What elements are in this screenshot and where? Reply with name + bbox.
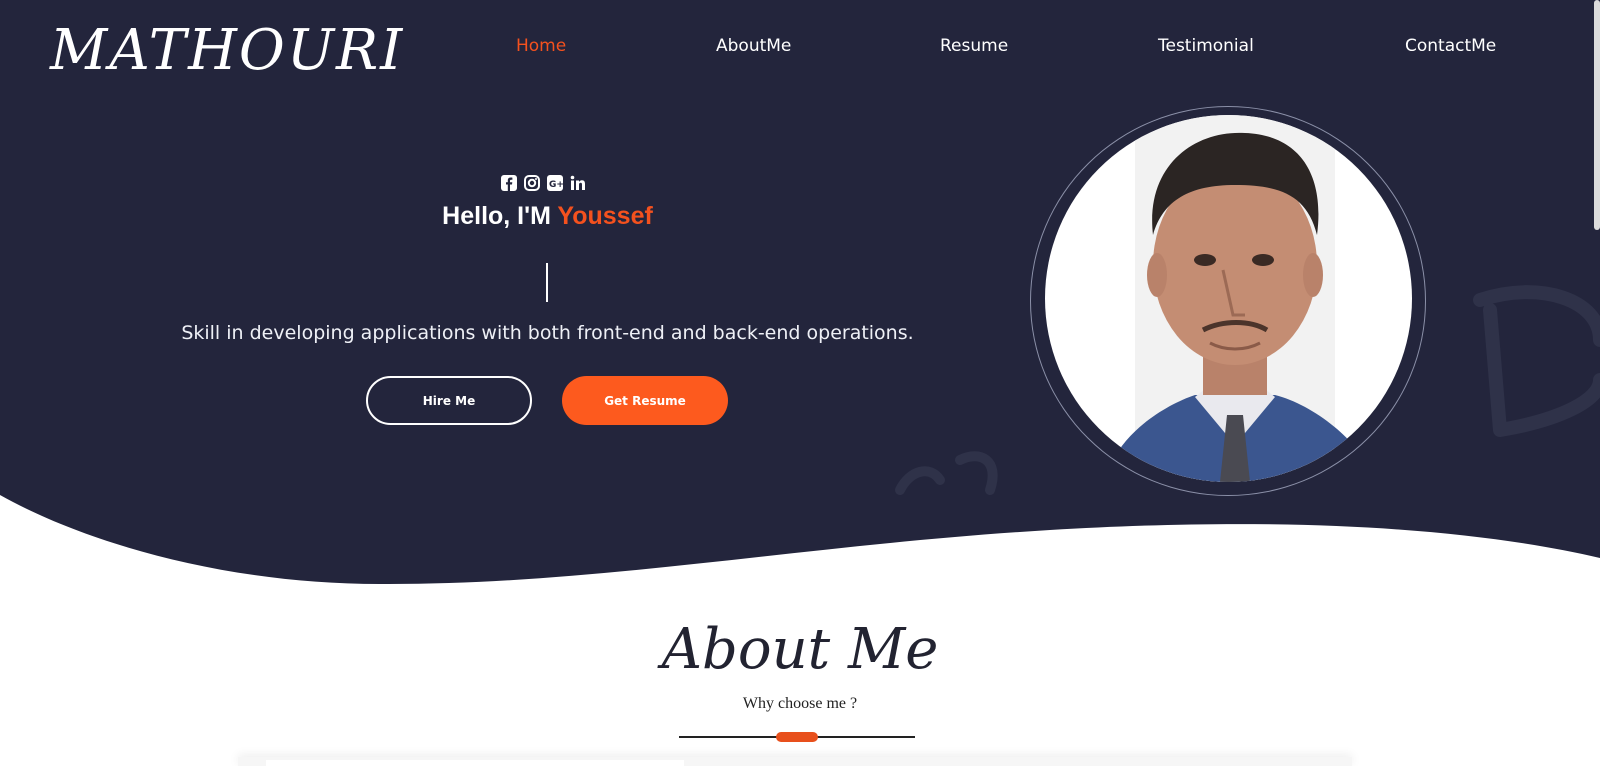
nav-about-me[interactable]: AboutMe <box>716 36 791 56</box>
about-title: About Me <box>661 617 939 682</box>
greeting-name: Youssef <box>557 202 653 230</box>
svg-text:G+: G+ <box>549 180 563 190</box>
greeting-prefix: Hello, I'M <box>442 202 558 230</box>
main-nav: Home AboutMe Resume Testimonial ContactM… <box>0 36 1600 60</box>
google-plus-icon[interactable]: G+ <box>546 174 563 191</box>
nav-home[interactable]: Home <box>516 36 566 56</box>
nav-contact-me[interactable]: ContactMe <box>1405 36 1496 56</box>
nav-testimonial[interactable]: Testimonial <box>1158 36 1254 56</box>
about-card-inner <box>266 760 684 766</box>
nav-resume[interactable]: Resume <box>940 36 1008 56</box>
hero-greeting: Hello, I'M Youssef <box>380 202 715 231</box>
get-resume-button[interactable]: Get Resume <box>562 376 728 425</box>
divider-accent <box>776 732 818 742</box>
social-links: G+ <box>500 174 586 192</box>
instagram-icon[interactable] <box>523 174 540 191</box>
hero-tagline: Skill in developing applications with bo… <box>181 322 914 344</box>
typing-cursor <box>546 263 548 302</box>
about-subtitle: Why choose me ? <box>742 695 858 712</box>
hero-section: MATHOURI Home AboutMe Resume Testimonial… <box>0 0 1600 600</box>
hire-me-button[interactable]: Hire Me <box>366 376 532 425</box>
page-scrollbar[interactable] <box>1594 0 1600 230</box>
profile-photo <box>1045 115 1412 482</box>
facebook-icon[interactable] <box>500 174 517 191</box>
linkedin-icon[interactable] <box>569 174 586 191</box>
